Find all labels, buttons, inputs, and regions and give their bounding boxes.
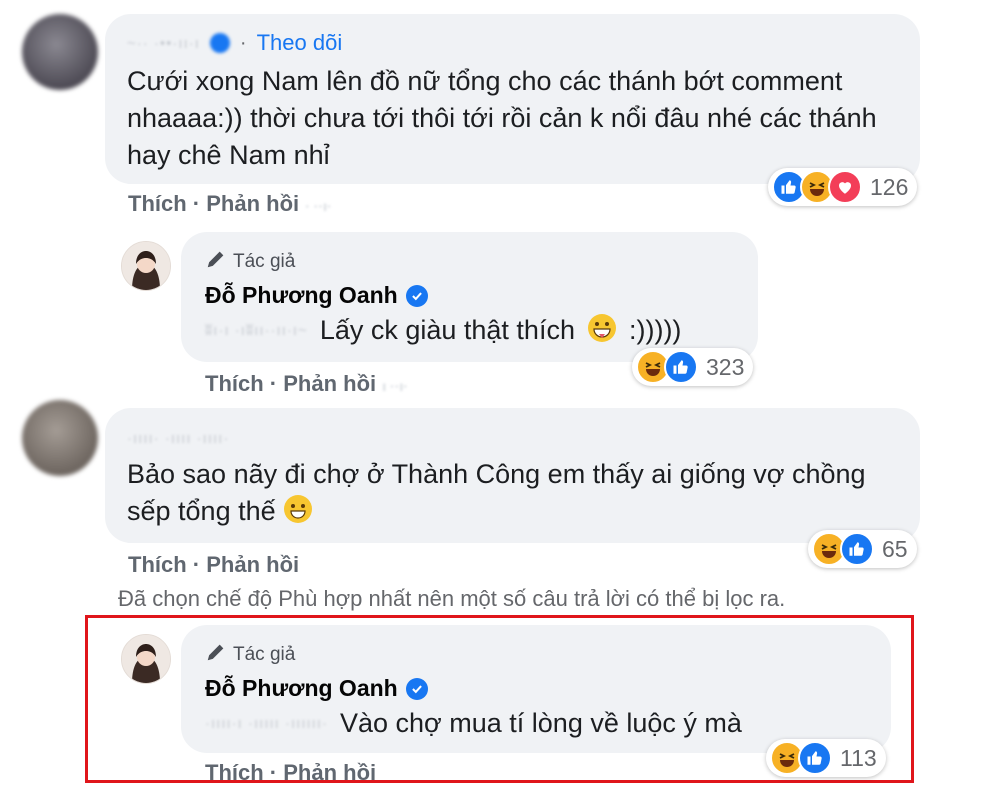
reply-action[interactable]: Phản hồi <box>283 371 376 396</box>
author-badge-label: Tác giả <box>233 251 296 272</box>
author-reply-bubble: Tác giả Đỗ Phương Oanh ʬı·ı ·ıʬıı··ıı·ı~… <box>181 232 758 362</box>
pencil-icon <box>205 248 227 276</box>
blurred-commenter-name[interactable]: ~·· ·••·ıı·ı <box>127 35 200 52</box>
blurred-mention[interactable]: ʬı·ı ·ıʬıı··ıı·ı~ <box>205 322 308 339</box>
profile-dot-icon <box>209 33 230 53</box>
like-action[interactable]: Thích <box>128 552 187 577</box>
author-name-row: Đỗ Phương Oanh <box>205 675 428 702</box>
comment-bubble: ·ıııı· ·ıııı ·ıııı· Bảo sao nãy đi chợ ở… <box>105 408 920 543</box>
blurred-commenter-name[interactable]: ·ıııı· ·ıııı ·ıııı· <box>127 430 229 447</box>
reaction-summary[interactable]: 113 <box>766 739 886 777</box>
blurred-timestamp[interactable]: · ··ı· <box>305 198 331 214</box>
reply-text-row: ʬı·ı ·ıʬıı··ıı·ı~ Lấy ck giàu thật thích… <box>205 312 681 349</box>
follow-link[interactable]: Theo dõi <box>257 30 343 56</box>
reply-actions: Thích · Phản hồi ı ··ı· <box>205 371 408 396</box>
reaction-count: 126 <box>870 173 909 200</box>
reply-action[interactable]: Phản hồi <box>206 552 299 577</box>
reaction-summary[interactable]: 65 <box>808 530 917 568</box>
reaction-count: 113 <box>840 744 877 771</box>
comment-actions: Thích · Phản hồi <box>128 552 300 577</box>
author-avatar[interactable] <box>121 634 171 684</box>
author-name[interactable]: Đỗ Phương Oanh <box>205 282 398 309</box>
author-name-row: Đỗ Phương Oanh <box>205 282 428 309</box>
reply-text: Lấy ck giàu thật thích <box>319 315 575 345</box>
verified-badge-icon <box>405 284 428 307</box>
like-action[interactable]: Thích <box>205 760 264 785</box>
love-reaction-icon <box>828 170 862 204</box>
pencil-icon <box>205 641 227 669</box>
commenter-avatar[interactable] <box>22 14 98 90</box>
comment-text: Bảo sao nãy đi chợ ở Thành Công em thấy … <box>127 459 866 526</box>
blurred-timestamp[interactable]: ı ··ı· <box>382 378 408 394</box>
filter-note: Đã chọn chế độ Phù hợp nhất nên một số c… <box>118 586 786 611</box>
author-badge-label: Tác giả <box>233 644 296 665</box>
blurred-mention[interactable]: ·ıııı·ı ·ııııı ·ıııııı· <box>205 715 328 732</box>
author-reply-bubble: Tác giả Đỗ Phương Oanh ·ıııı·ı ·ııııı ·ı… <box>181 625 891 753</box>
reply-action[interactable]: Phản hồi <box>206 191 299 216</box>
reaction-summary[interactable]: 323 <box>632 348 754 386</box>
verified-badge-icon <box>405 677 428 700</box>
author-name[interactable]: Đỗ Phương Oanh <box>205 675 398 702</box>
commenter-name-row: ~·· ·••·ıı·ı · Theo dõi <box>127 30 343 56</box>
grinning-emoji-icon <box>587 313 617 348</box>
like-action[interactable]: Thích <box>128 191 187 216</box>
author-badge: Tác giả <box>205 248 295 276</box>
reply-actions: Thích · Phản hồi <box>205 760 377 785</box>
reply-action[interactable]: Phản hồi <box>283 760 376 785</box>
reply-text-row: ·ıııı·ı ·ııııı ·ıııııı· Vào chợ mua tí l… <box>205 705 742 742</box>
like-reaction-icon <box>664 350 698 384</box>
comment-text-row: Bảo sao nãy đi chợ ở Thành Công em thấy … <box>127 456 907 534</box>
commenter-avatar[interactable] <box>22 400 98 476</box>
reaction-count: 323 <box>706 353 745 380</box>
like-reaction-icon <box>798 741 832 775</box>
author-badge: Tác giả <box>205 641 295 669</box>
like-reaction-icon <box>840 532 874 566</box>
comment-text: Cưới xong Nam lên đồ nữ tổng cho các thá… <box>127 66 877 170</box>
reply-text-suffix: :))))) <box>628 315 682 345</box>
author-avatar[interactable] <box>121 241 171 291</box>
comment-actions: Thích · Phản hồi · ··ı· <box>128 191 332 216</box>
reaction-summary[interactable]: 126 <box>768 168 918 206</box>
comment-bubble: ~·· ·••·ıı·ı · Theo dõi Cưới xong Nam lê… <box>105 14 920 184</box>
like-action[interactable]: Thích <box>205 371 264 396</box>
reply-text: Vào chợ mua tí lòng về luộc ý mà <box>340 708 742 738</box>
reaction-count: 65 <box>882 535 908 562</box>
smile-emoji-icon <box>283 494 313 534</box>
